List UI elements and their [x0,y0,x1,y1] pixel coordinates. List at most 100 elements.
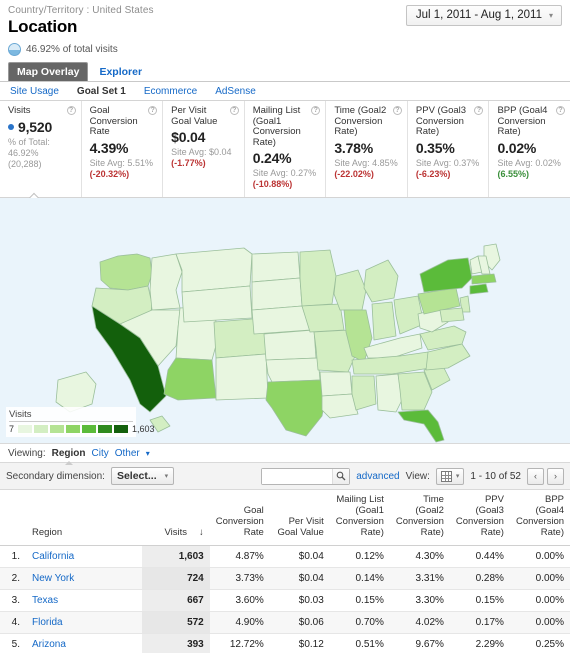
metric-title: Visits [8,105,31,116]
column-bpp-goal4[interactable]: BPP (Goal4 Conversion Rate) [509,490,570,546]
viewing-option-region[interactable]: Region [52,448,86,465]
chevron-down-icon[interactable]: ▾ [146,449,150,458]
region-maryland [439,307,465,323]
tab-site-usage[interactable]: Site Usage [10,86,73,97]
table-row[interactable]: 4. Florida 572 4.90% $0.06 0.70% 4.02% 0… [0,611,570,634]
date-range-picker[interactable]: Jul 1, 2011 - Aug 1, 2011 ▾ [405,5,562,26]
prev-page-button[interactable]: ‹ [527,467,544,485]
row-bpp-goal4: 0.00% [509,589,570,612]
series-dot-icon [8,123,14,130]
region-link[interactable]: New York [32,573,74,584]
search-input[interactable] [262,468,333,484]
row-time-goal2: 3.30% [389,589,450,612]
map-overlay-chart[interactable]: Visits 7 1,603 [0,198,570,443]
region-new-york [419,257,473,293]
metric-sub-prefix: Site Avg: 0.37% [415,157,480,168]
page-header: Country/Territory : United States Locati… [0,0,570,56]
region-iowa [301,303,345,333]
row-visits: 1,603 [142,545,210,568]
table-row[interactable]: 2. New York 724 3.73% $0.04 0.14% 3.31% … [0,567,570,590]
table-row[interactable]: 1. California 1,603 4.87% $0.04 0.12% 4.… [0,545,570,568]
row-bpp-goal4: 0.00% [509,545,570,568]
row-goal-conversion-rate: 3.60% [209,589,270,612]
viewing-option-city[interactable]: City [92,448,109,459]
metric-title: Per Visit Goal Value [171,105,218,127]
metric-card-visits[interactable]: Visits ? 9,520 % of Total: 46.92% (20,28… [0,101,81,197]
table-row[interactable]: 5. Arizona 393 12.72% $0.12 0.51% 9.67% … [0,633,570,653]
column-goal-conversion-rate[interactable]: Goal Conversion Rate [209,490,270,546]
tab-map-overlay[interactable]: Map Overlay [8,62,89,81]
help-icon[interactable]: ? [556,106,566,115]
search-icon[interactable] [332,468,350,484]
column-ppv-goal3[interactable]: PPV (Goal3 Conversion Rate) [449,490,510,546]
metric-value: 4.39% [89,139,129,156]
region-link[interactable]: Arizona [32,639,66,650]
metric-card-per-visit-goal-value[interactable]: Per Visit Goal Value ? $0.04 Site Avg: $… [162,101,244,197]
next-page-button[interactable]: › [547,467,564,485]
total-visits-label: 46.92% of total visits [26,44,118,55]
help-icon[interactable]: ? [148,106,158,115]
viewing-option-other[interactable]: Other [115,448,140,459]
legend-swatches [17,424,130,434]
row-ppv-goal3: 0.15% [449,589,510,612]
selected-card-arrow [28,191,39,198]
tab-adsense[interactable]: AdSense [215,86,270,97]
help-icon[interactable]: ? [229,106,239,115]
help-icon[interactable]: ? [311,106,321,115]
secondary-dimension-select[interactable]: Select... ▾ [110,467,175,485]
help-icon[interactable]: ? [474,106,484,115]
sub-tabs: Site Usage Goal Set 1 Ecommerce AdSense [0,82,570,101]
table-row[interactable]: 3. Texas 667 3.60% $0.03 0.15% 3.30% 0.1… [0,589,570,612]
region-nebraska [251,305,311,335]
chevron-down-icon: ▾ [455,473,460,480]
column-per-visit-goal-value[interactable]: Per Visit Goal Value [269,490,330,546]
pagination-controls: ‹ › [527,467,564,485]
region-texas [265,379,327,437]
row-region[interactable]: Arizona [26,633,143,653]
row-index: 4. [0,611,26,634]
main-tabs: Map Overlay Explorer [0,62,570,82]
region-link[interactable]: Florida [32,617,63,628]
metric-card-ppv-goal3[interactable]: PPV (Goal3 Conversion Rate) ? 0.35% Site… [406,101,489,197]
column-time-goal2[interactable]: Time (Goal2 Conversion Rate) [389,490,450,546]
region-wisconsin [333,269,367,311]
row-mailing-list-goal1: 0.70% [329,611,390,634]
region-connecticut [469,283,489,295]
magnifier-glyph [336,471,346,481]
row-time-goal2: 3.31% [389,567,450,590]
row-region[interactable]: Texas [26,589,143,612]
region-link[interactable]: California [32,551,74,562]
metric-title: Time (Goal2 Conversion Rate) [334,105,387,137]
metric-card-bpp-goal4[interactable]: BPP (Goal4 Conversion Rate) ? 0.02% Site… [488,101,570,197]
metric-value: 0.24% [252,150,292,166]
table-search[interactable] [261,467,351,485]
column-region[interactable]: Region [26,490,143,546]
region-montana [175,247,253,293]
metric-card-time-goal2[interactable]: Time (Goal2 Conversion Rate) ? 3.78% Sit… [325,101,407,197]
row-bpp-goal4: 0.00% [509,567,570,590]
legend-min-value: 7 [9,424,15,434]
secondary-dimension-label: Secondary dimension: [6,470,105,482]
region-link[interactable]: Texas [32,595,58,606]
row-region[interactable]: California [26,545,143,568]
row-region[interactable]: New York [26,567,143,590]
tab-explorer[interactable]: Explorer [90,62,151,81]
viewing-label: Viewing: [8,448,46,459]
sort-descending-icon[interactable]: ↓ [193,490,210,546]
metric-card-goal-conversion-rate[interactable]: Goal Conversion Rate ? 4.39% Site Avg: 5… [80,101,163,197]
view-type-button[interactable]: ▾ [435,467,465,485]
column-index [0,490,26,546]
tab-ecommerce[interactable]: Ecommerce [144,86,211,97]
help-icon[interactable]: ? [66,106,76,115]
help-icon[interactable]: ? [392,106,402,115]
advanced-filter-link[interactable]: advanced [356,471,399,482]
row-goal-conversion-rate: 12.72% [209,633,270,653]
tab-goal-set-1[interactable]: Goal Set 1 [77,86,140,97]
region-minnesota [299,249,337,307]
column-visits[interactable]: Visits [142,490,193,546]
column-mailing-list-goal1[interactable]: Mailing List (Goal1 Conversion Rate) [329,490,390,546]
metric-sub-prefix: Site Avg: 5.51% [89,157,153,168]
row-region[interactable]: Florida [26,611,143,634]
region-michigan [363,259,399,303]
metric-card-mailing-list-goal1[interactable]: Mailing List (Goal1 Conversion Rate) ? 0… [243,101,326,197]
